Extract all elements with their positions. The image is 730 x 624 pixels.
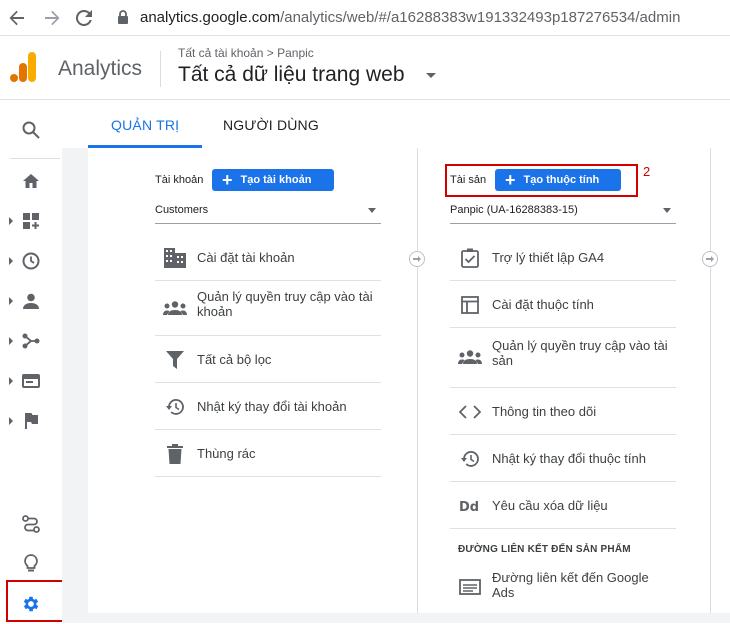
chevron-down-icon <box>663 208 671 213</box>
annotation-box-create-property <box>445 164 638 197</box>
breadcrumb-property: Panpic <box>277 46 314 60</box>
account-selector[interactable]: Customers <box>155 202 381 224</box>
annotation-label-2: 2 <box>643 164 651 179</box>
column-divider <box>417 148 418 613</box>
history-icon <box>458 448 482 470</box>
url-host: analytics.google.com <box>140 9 281 26</box>
breadcrumb-account: Tất cả tài khoản <box>178 46 264 60</box>
account-selected: Customers <box>155 204 209 216</box>
menu-label: Thùng rác <box>197 446 256 461</box>
menu-property-access[interactable]: Quản lý quyền truy cập vào tài sản <box>450 328 676 388</box>
url-field[interactable]: analytics.google.com/analytics/web/#/a16… <box>140 9 680 26</box>
home-icon[interactable] <box>0 161 62 201</box>
menu-account-change-history[interactable]: Nhật ký thay đổi tài khoản <box>155 383 381 430</box>
building-icon <box>163 247 187 269</box>
browser-toolbar: analytics.google.com/analytics/web/#/a16… <box>0 0 730 36</box>
checkbox-icon <box>458 247 482 269</box>
menu-trash[interactable]: Thùng rác <box>155 430 381 477</box>
view-selector[interactable]: Tất cả dữ liệu trang web <box>178 63 405 87</box>
attribution-icon[interactable] <box>0 504 62 544</box>
breadcrumb[interactable]: Tất cả tài khoản > Panpic <box>178 46 314 60</box>
url-path: /analytics/web/#/a16288383w191332493p187… <box>280 9 681 26</box>
menu-label: Thông tin theo dõi <box>492 404 597 419</box>
menu-ga4-setup-assistant[interactable]: Trợ lý thiết lập GA4 <box>450 234 676 281</box>
plus-icon: + <box>222 170 233 190</box>
menu-label: Tất cả bộ lọc <box>197 352 272 367</box>
tab-user[interactable]: NGƯỜI DÙNG <box>223 117 319 133</box>
sidebar-divider <box>10 158 60 159</box>
people-icon <box>458 346 482 368</box>
acquisition-icon[interactable] <box>0 321 62 361</box>
clock-icon[interactable] <box>0 241 62 281</box>
create-account-button[interactable]: + Tạo tài khoản <box>212 169 334 191</box>
menu-label: Trợ lý thiết lập GA4 <box>492 250 605 265</box>
menu-label: Nhật ký thay đổi tài khoản <box>197 399 347 414</box>
people-icon <box>163 297 187 319</box>
column-divider <box>710 148 711 613</box>
property-selector[interactable]: Panpic (UA-16288383-15) <box>450 202 676 224</box>
menu-all-filters[interactable]: Tất cả bộ lọc <box>155 336 381 383</box>
history-icon <box>163 396 187 418</box>
person-icon[interactable] <box>0 281 62 321</box>
menu-label: Đường liên kết đến Google Ads <box>492 570 649 600</box>
lock-icon <box>117 10 129 29</box>
menu-label: Quản lý quyền truy cập vào tài sản <box>492 338 668 368</box>
chevron-down-icon <box>368 208 376 213</box>
ads-icon <box>458 576 482 598</box>
filter-icon <box>163 349 187 371</box>
menu-data-deletion[interactable]: Dd Yêu cầu xóa dữ liệu <box>450 482 676 529</box>
account-label: Tài khoản <box>155 174 204 186</box>
back-icon[interactable] <box>6 7 28 29</box>
create-account-label: Tạo tài khoản <box>240 174 312 186</box>
menu-label: Cài đặt tài khoản <box>197 250 295 265</box>
forward-icon[interactable] <box>41 7 63 29</box>
menu-label: Nhật ký thay đổi thuộc tính <box>492 451 646 466</box>
code-icon <box>458 401 482 423</box>
analytics-logo-icon <box>10 51 38 88</box>
tab-admin[interactable]: QUẢN TRỊ <box>111 117 179 133</box>
header-divider <box>160 51 161 87</box>
menu-google-ads-links[interactable]: Đường liên kết đến Google Ads <box>450 562 676 613</box>
app-header: Analytics Tất cả tài khoản > Panpic Tất … <box>0 37 730 100</box>
app-brand: Analytics <box>58 57 143 80</box>
svg-text:Dd: Dd <box>459 500 479 513</box>
annotation-box-admin <box>6 580 64 622</box>
menu-account-settings[interactable]: Cài đặt tài khoản <box>155 234 381 281</box>
view-dropdown-icon[interactable] <box>426 73 436 78</box>
breadcrumb-separator: > <box>266 46 274 60</box>
menu-property-settings[interactable]: Cài đặt thuộc tính <box>450 281 676 328</box>
search-icon[interactable] <box>0 110 62 150</box>
arrow-right-icon <box>702 251 718 267</box>
admin-main: QUẢN TRỊ NGƯỜI DÙNG Tài khoản + Tạo tài k… <box>62 101 730 623</box>
layout-icon <box>458 294 482 316</box>
property-selected: Panpic (UA-16288383-15) <box>450 204 578 216</box>
left-sidebar: 1 <box>0 101 77 623</box>
dd-icon: Dd <box>458 495 482 517</box>
admin-tabs: QUẢN TRỊ NGƯỜI DÙNG <box>62 101 730 148</box>
menu-account-access[interactable]: Quản lý quyền truy cập vào tài khoản <box>155 281 381 336</box>
admin-content: Tài khoản + Tạo tài khoản Customers Cài đ… <box>88 148 730 613</box>
flag-icon[interactable] <box>0 401 62 441</box>
menu-property-change-history[interactable]: Nhật ký thay đổi thuộc tính <box>450 435 676 482</box>
lightbulb-icon[interactable] <box>0 543 62 583</box>
product-links-heading: ĐƯỜNG LIÊN KẾT ĐẾN SẢN PHẨM <box>458 544 631 555</box>
reload-icon[interactable] <box>73 7 95 29</box>
menu-tracking-info[interactable]: Thông tin theo dõi <box>450 388 676 435</box>
menu-label: Cài đặt thuộc tính <box>492 297 594 312</box>
dashboard-icon[interactable] <box>0 201 62 241</box>
menu-label: Yêu cầu xóa dữ liệu <box>492 498 608 513</box>
menu-label: Quản lý quyền truy cập vào tài khoản <box>197 289 373 319</box>
arrow-right-icon <box>409 251 425 267</box>
behavior-icon[interactable] <box>0 361 62 401</box>
trash-icon <box>163 443 187 465</box>
